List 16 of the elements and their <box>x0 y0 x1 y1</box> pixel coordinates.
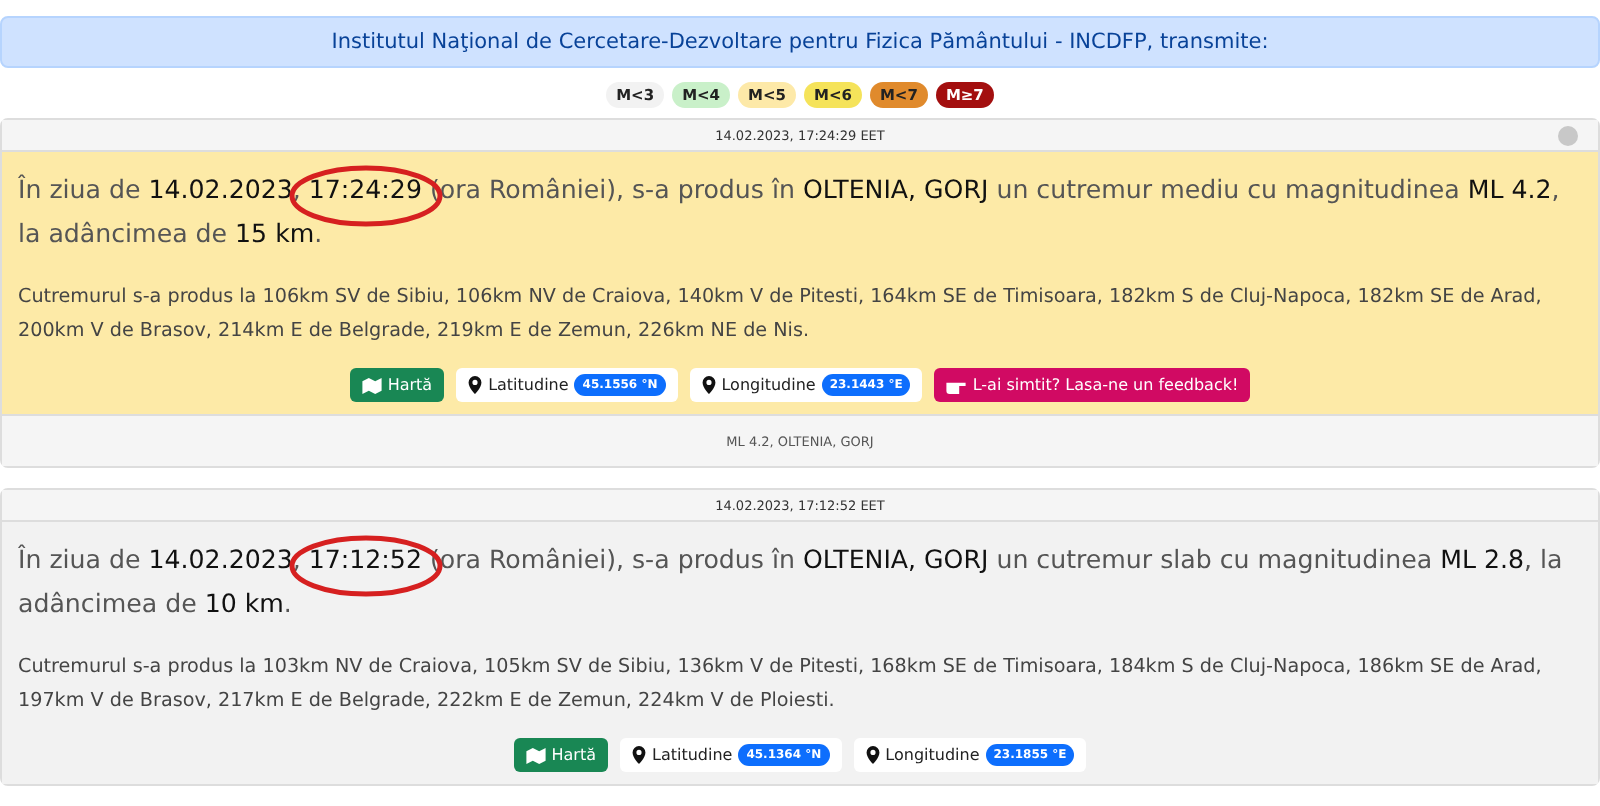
info-banner: Institutul Naţional de Cercetare-Dezvoltare pentru Fizica Pământului - INCDFP, transmite: <box>0 16 1600 68</box>
longitude-label: Longitudine <box>721 376 816 394</box>
distance-description: Cutremurul s-a produs la 103km NV de Craiova, 105km SV de Sibiu, 136km V de Pitesti, 168km SE de Timisoara, 184km S de Cluj-Napoca, 186km SE de Arad, 197km V de Brasov, 217km E de Belgrade, 222km E de Zemun, 224km V de Ploiesti. <box>18 654 1544 716</box>
latitude-label: Latitudine <box>488 376 569 394</box>
map-pin-icon <box>468 376 483 394</box>
map-icon <box>361 377 382 393</box>
map-button[interactable]: Hartă <box>349 368 445 402</box>
longitude-label: Longitudine <box>885 746 980 764</box>
map-pin-icon <box>701 376 716 394</box>
map-pin-icon <box>865 746 880 764</box>
feedback-button[interactable]: L-ai simtit? Lasa-ne un feedback! <box>934 368 1251 402</box>
map-pin-icon <box>631 746 646 764</box>
distance-description: Cutremurul s-a produs la 106km SV de Sibiu, 106km NV de Craiova, 140km V de Pitesti, 164km SE de Timisoara, 182km S de Cluj-Napoca, 182km SE de Arad, 200km V de Brasov, 214km E de Belgrade, 219km E de Zemun, 226km NE de Nis. <box>18 284 1544 346</box>
map-icon <box>525 747 546 763</box>
latitude-label: Latitudine <box>651 746 733 764</box>
map-button[interactable]: Hartă <box>513 738 608 772</box>
